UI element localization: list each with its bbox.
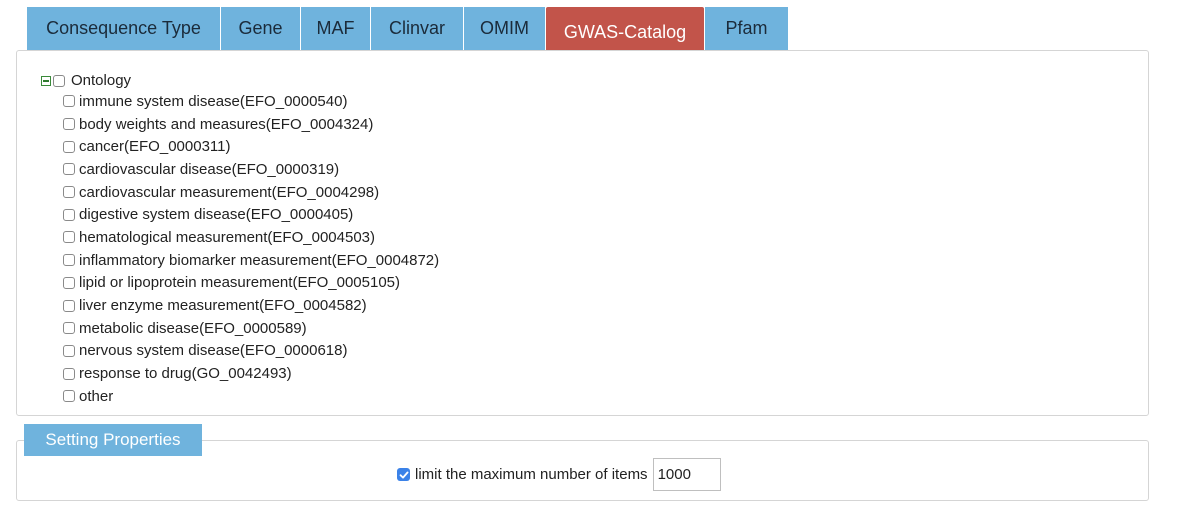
max-items-input[interactable] bbox=[652, 458, 721, 491]
tree-item-label[interactable]: cancer(EFO_0000311) bbox=[79, 138, 230, 155]
tree-item: lipid or lipoprotein measurement(EFO_000… bbox=[63, 272, 439, 295]
tab-label: Consequence Type bbox=[46, 18, 201, 38]
tree-item: liver enzyme measurement(EFO_0004582) bbox=[63, 294, 439, 317]
tab-label: Pfam bbox=[725, 18, 768, 38]
tree-item: nervous system disease(EFO_0000618) bbox=[63, 340, 439, 363]
tree-item-label[interactable]: inflammatory biomarker measurement(EFO_0… bbox=[79, 252, 439, 269]
settings-legend: Setting Properties bbox=[24, 424, 202, 456]
tree-item-checkbox[interactable] bbox=[63, 186, 75, 199]
tree-item: metabolic disease(EFO_0000589) bbox=[63, 317, 439, 340]
tree-item-label[interactable]: cardiovascular disease(EFO_0000319) bbox=[79, 161, 339, 178]
tree-item-label[interactable]: metabolic disease(EFO_0000589) bbox=[79, 320, 307, 337]
tree-item-label[interactable]: body weights and measures(EFO_0004324) bbox=[79, 116, 373, 133]
tab-clinvar[interactable]: Clinvar bbox=[371, 7, 463, 50]
tree-item-checkbox[interactable] bbox=[63, 118, 75, 131]
tree-item: body weights and measures(EFO_0004324) bbox=[63, 113, 439, 136]
gwas-catalog-panel: Ontology immune system disease(EFO_00005… bbox=[16, 50, 1149, 416]
tab-pfam[interactable]: Pfam bbox=[705, 7, 788, 50]
tree-item-checkbox[interactable] bbox=[63, 231, 75, 244]
tree-item-checkbox[interactable] bbox=[63, 344, 75, 357]
tree-item-checkbox[interactable] bbox=[63, 140, 75, 153]
tree-item: cardiovascular disease(EFO_0000319) bbox=[63, 158, 439, 181]
tree-item-label[interactable]: response to drug(GO_0042493) bbox=[79, 365, 292, 382]
tree-item-checkbox[interactable] bbox=[63, 299, 75, 312]
limit-checkbox[interactable] bbox=[397, 468, 410, 481]
tab-label: GWAS-Catalog bbox=[563, 21, 687, 42]
ontology-root-checkbox[interactable] bbox=[53, 74, 65, 87]
tree-item: immune system disease(EFO_0000540) bbox=[63, 90, 439, 113]
collapse-icon[interactable] bbox=[41, 75, 51, 86]
tree-item: digestive system disease(EFO_0000405) bbox=[63, 203, 439, 226]
tree-item-checkbox[interactable] bbox=[63, 322, 75, 335]
tab-consequence-type[interactable]: Consequence Type bbox=[27, 7, 220, 50]
tree-item: other bbox=[63, 385, 439, 408]
tree-item-checkbox[interactable] bbox=[63, 254, 75, 267]
tree-item-checkbox[interactable] bbox=[63, 276, 75, 289]
tree-item: response to drug(GO_0042493) bbox=[63, 362, 439, 385]
ontology-root: Ontology bbox=[41, 71, 439, 90]
limit-setting: limit the maximum number of items bbox=[397, 458, 721, 491]
tab-omim[interactable]: OMIM bbox=[464, 7, 545, 50]
tab-label: Clinvar bbox=[388, 18, 445, 38]
tree-item-label[interactable]: cardiovascular measurement(EFO_0004298) bbox=[79, 184, 379, 201]
tree-item-checkbox[interactable] bbox=[63, 163, 75, 176]
tree-item: inflammatory biomarker measurement(EFO_0… bbox=[63, 249, 439, 272]
settings-legend-label: Setting Properties bbox=[45, 430, 181, 449]
checkmark-icon bbox=[399, 471, 408, 478]
tab-label: Gene bbox=[238, 18, 283, 38]
tree-item-label[interactable]: immune system disease(EFO_0000540) bbox=[79, 93, 347, 110]
tree-item-label[interactable]: lipid or lipoprotein measurement(EFO_000… bbox=[79, 274, 400, 291]
tree-item-label[interactable]: nervous system disease(EFO_0000618) bbox=[79, 342, 347, 359]
tree-item: cardiovascular measurement(EFO_0004298) bbox=[63, 181, 439, 204]
limit-label: limit the maximum number of items bbox=[415, 466, 648, 483]
tree-item: cancer(EFO_0000311) bbox=[63, 135, 439, 158]
tree-item-checkbox[interactable] bbox=[63, 95, 75, 108]
tree-item-checkbox[interactable] bbox=[63, 208, 75, 221]
tab-maf[interactable]: MAF bbox=[301, 7, 370, 50]
tree-item: hematological measurement(EFO_0004503) bbox=[63, 226, 439, 249]
tree-item-checkbox[interactable] bbox=[63, 390, 75, 403]
tab-gene[interactable]: Gene bbox=[221, 7, 300, 50]
ontology-root-label: Ontology bbox=[71, 72, 132, 89]
tab-label: OMIM bbox=[480, 18, 529, 38]
tree-item-label[interactable]: liver enzyme measurement(EFO_0004582) bbox=[79, 297, 367, 314]
tree-item-label[interactable]: other bbox=[79, 388, 113, 405]
tab-label: MAF bbox=[316, 18, 355, 38]
tree-item-label[interactable]: digestive system disease(EFO_0000405) bbox=[79, 206, 353, 223]
tree-item-checkbox[interactable] bbox=[63, 367, 75, 380]
ontology-tree: Ontology immune system disease(EFO_00005… bbox=[41, 71, 439, 408]
tree-item-label[interactable]: hematological measurement(EFO_0004503) bbox=[79, 229, 375, 246]
ontology-children: immune system disease(EFO_0000540) body … bbox=[41, 90, 439, 408]
